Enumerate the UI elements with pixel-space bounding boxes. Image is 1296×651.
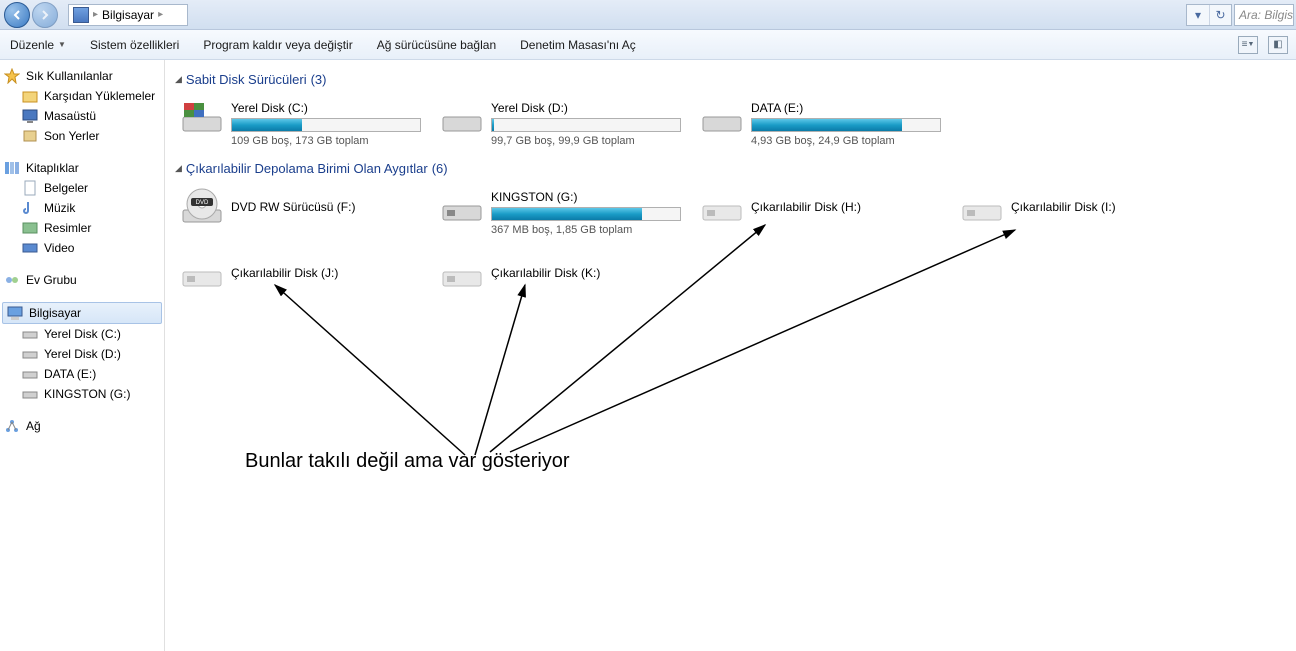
dvd-icon: DVD xyxy=(181,188,223,226)
space-bar xyxy=(491,207,681,221)
sidebar-music[interactable]: Müzik xyxy=(0,198,164,218)
computer-icon xyxy=(73,7,89,23)
sidebar-recent[interactable]: Son Yerler xyxy=(0,126,164,146)
uninstall-program-button[interactable]: Program kaldır veya değiştir xyxy=(203,38,352,52)
address-bar: ▸ Bilgisayar ▸ ▾ ↻ Ara: Bilgis xyxy=(0,0,1296,30)
map-network-drive-button[interactable]: Ağ sürücüsüne bağlan xyxy=(377,38,496,52)
hdd-icon xyxy=(181,99,223,137)
refresh-button[interactable]: ↻ xyxy=(1209,5,1231,25)
drive-icon xyxy=(22,346,38,362)
content-pane: ◢ Sabit Disk Sürücüleri (3) Yerel Disk (… xyxy=(165,60,1296,651)
search-placeholder: Ara: Bilgis xyxy=(1239,8,1293,22)
drive-g[interactable]: KINGSTON (G:) 367 MB boş, 1,85 GB toplam xyxy=(435,184,695,240)
svg-text:DVD: DVD xyxy=(196,200,209,206)
nav-back-button[interactable] xyxy=(4,2,30,28)
drive-label: Yerel Disk (C:) xyxy=(231,101,429,115)
sidebar-drive-c[interactable]: Yerel Disk (C:) xyxy=(0,324,164,344)
folder-icon xyxy=(22,88,38,104)
drive-label: Yerel Disk (D:) xyxy=(491,101,689,115)
drive-d[interactable]: Yerel Disk (D:) 99,7 GB boş, 99,9 GB top… xyxy=(435,95,695,151)
drive-label: Çıkarılabilir Disk (H:) xyxy=(751,200,949,214)
drive-j[interactable]: Çıkarılabilir Disk (J:) xyxy=(175,250,435,296)
nav-forward-button[interactable] xyxy=(32,2,58,28)
sidebar-homegroup[interactable]: Ev Grubu xyxy=(0,270,164,290)
sidebar-network[interactable]: Ağ xyxy=(0,416,164,436)
video-icon xyxy=(22,240,38,256)
star-icon xyxy=(4,68,20,84)
organize-button[interactable]: Düzenle ▼ xyxy=(10,38,66,52)
drive-label: KINGSTON (G:) xyxy=(491,190,689,204)
drive-icon xyxy=(22,326,38,342)
history-dropdown-button[interactable]: ▾ xyxy=(1187,5,1209,25)
computer-icon xyxy=(7,305,23,321)
sidebar-videos[interactable]: Video xyxy=(0,238,164,258)
chevron-right-icon: ▸ xyxy=(93,9,98,20)
sidebar-documents[interactable]: Belgeler xyxy=(0,178,164,198)
search-input[interactable]: Ara: Bilgis xyxy=(1234,4,1294,26)
open-control-panel-button[interactable]: Denetim Masası'nı Aç xyxy=(520,38,636,52)
drive-stats: 367 MB boş, 1,85 GB toplam xyxy=(491,224,689,236)
drive-i[interactable]: Çıkarılabilir Disk (I:) xyxy=(955,184,1215,240)
hdd-icon xyxy=(701,99,743,137)
drive-f[interactable]: DVD DVD RW Sürücüsü (F:) xyxy=(175,184,435,240)
section-hdd[interactable]: ◢ Sabit Disk Sürücüleri (3) xyxy=(175,72,1286,87)
removable-drive-icon xyxy=(441,254,483,292)
navigation-pane: Sık Kullanılanlar Karşıdan Yüklemeler Ma… xyxy=(0,60,165,651)
sidebar-libraries[interactable]: Kitaplıklar xyxy=(0,158,164,178)
drive-c[interactable]: Yerel Disk (C:) 109 GB boş, 173 GB topla… xyxy=(175,95,435,151)
libraries-icon xyxy=(4,160,20,176)
sidebar-pictures[interactable]: Resimler xyxy=(0,218,164,238)
breadcrumb-location[interactable]: Bilgisayar xyxy=(102,8,154,22)
collapse-icon: ◢ xyxy=(175,163,182,174)
space-bar xyxy=(751,118,941,132)
desktop-icon xyxy=(22,108,38,124)
chevron-down-icon: ▼ xyxy=(58,40,66,49)
preview-pane-button[interactable]: ◧ xyxy=(1268,36,1288,54)
drive-label: Çıkarılabilir Disk (J:) xyxy=(231,266,429,280)
recent-icon xyxy=(22,128,38,144)
toolbar: Düzenle ▼ Sistem özellikleri Program kal… xyxy=(0,30,1296,60)
drive-k[interactable]: Çıkarılabilir Disk (K:) xyxy=(435,250,695,296)
main-area: Sık Kullanılanlar Karşıdan Yüklemeler Ma… xyxy=(0,60,1296,651)
address-actions: ▾ ↻ xyxy=(1186,4,1232,26)
drive-icon xyxy=(22,366,38,382)
removable-drive-icon xyxy=(441,188,483,226)
pictures-icon xyxy=(22,220,38,236)
drive-label: DATA (E:) xyxy=(751,101,949,115)
document-icon xyxy=(22,180,38,196)
drive-label: Çıkarılabilir Disk (I:) xyxy=(1011,200,1209,214)
drive-icon xyxy=(22,386,38,402)
drive-label: DVD RW Sürücüsü (F:) xyxy=(231,200,429,214)
breadcrumb[interactable]: ▸ Bilgisayar ▸ xyxy=(68,4,188,26)
sidebar-drive-d[interactable]: Yerel Disk (D:) xyxy=(0,344,164,364)
sidebar-desktop[interactable]: Masaüstü xyxy=(0,106,164,126)
sidebar-favorites[interactable]: Sık Kullanılanlar xyxy=(0,66,164,86)
system-properties-button[interactable]: Sistem özellikleri xyxy=(90,38,179,52)
drive-stats: 109 GB boş, 173 GB toplam xyxy=(231,135,429,147)
space-bar xyxy=(231,118,421,132)
hdd-icon xyxy=(441,99,483,137)
sidebar-drive-g[interactable]: KINGSTON (G:) xyxy=(0,384,164,404)
sidebar-drive-e[interactable]: DATA (E:) xyxy=(0,364,164,384)
drive-stats: 99,7 GB boş, 99,9 GB toplam xyxy=(491,135,689,147)
drive-e[interactable]: DATA (E:) 4,93 GB boş, 24,9 GB toplam xyxy=(695,95,955,151)
drive-stats: 4,93 GB boş, 24,9 GB toplam xyxy=(751,135,949,147)
network-icon xyxy=(4,418,20,434)
drive-label: Çıkarılabilir Disk (K:) xyxy=(491,266,689,280)
space-bar xyxy=(491,118,681,132)
collapse-icon: ◢ xyxy=(175,74,182,85)
music-icon xyxy=(22,200,38,216)
annotation-text: Bunlar takılı değil ama var gösteriyor xyxy=(245,450,570,473)
sidebar-computer[interactable]: Bilgisayar xyxy=(2,302,162,324)
sidebar-downloads[interactable]: Karşıdan Yüklemeler xyxy=(0,86,164,106)
view-options-button[interactable]: ≡▼ xyxy=(1238,36,1258,54)
removable-drive-icon xyxy=(181,254,223,292)
section-removable[interactable]: ◢ Çıkarılabilir Depolama Birimi Olan Ayg… xyxy=(175,161,1286,176)
drive-h[interactable]: Çıkarılabilir Disk (H:) xyxy=(695,184,955,240)
chevron-right-icon: ▸ xyxy=(158,9,163,20)
homegroup-icon xyxy=(4,272,20,288)
removable-drive-icon xyxy=(961,188,1003,226)
removable-drive-icon xyxy=(701,188,743,226)
